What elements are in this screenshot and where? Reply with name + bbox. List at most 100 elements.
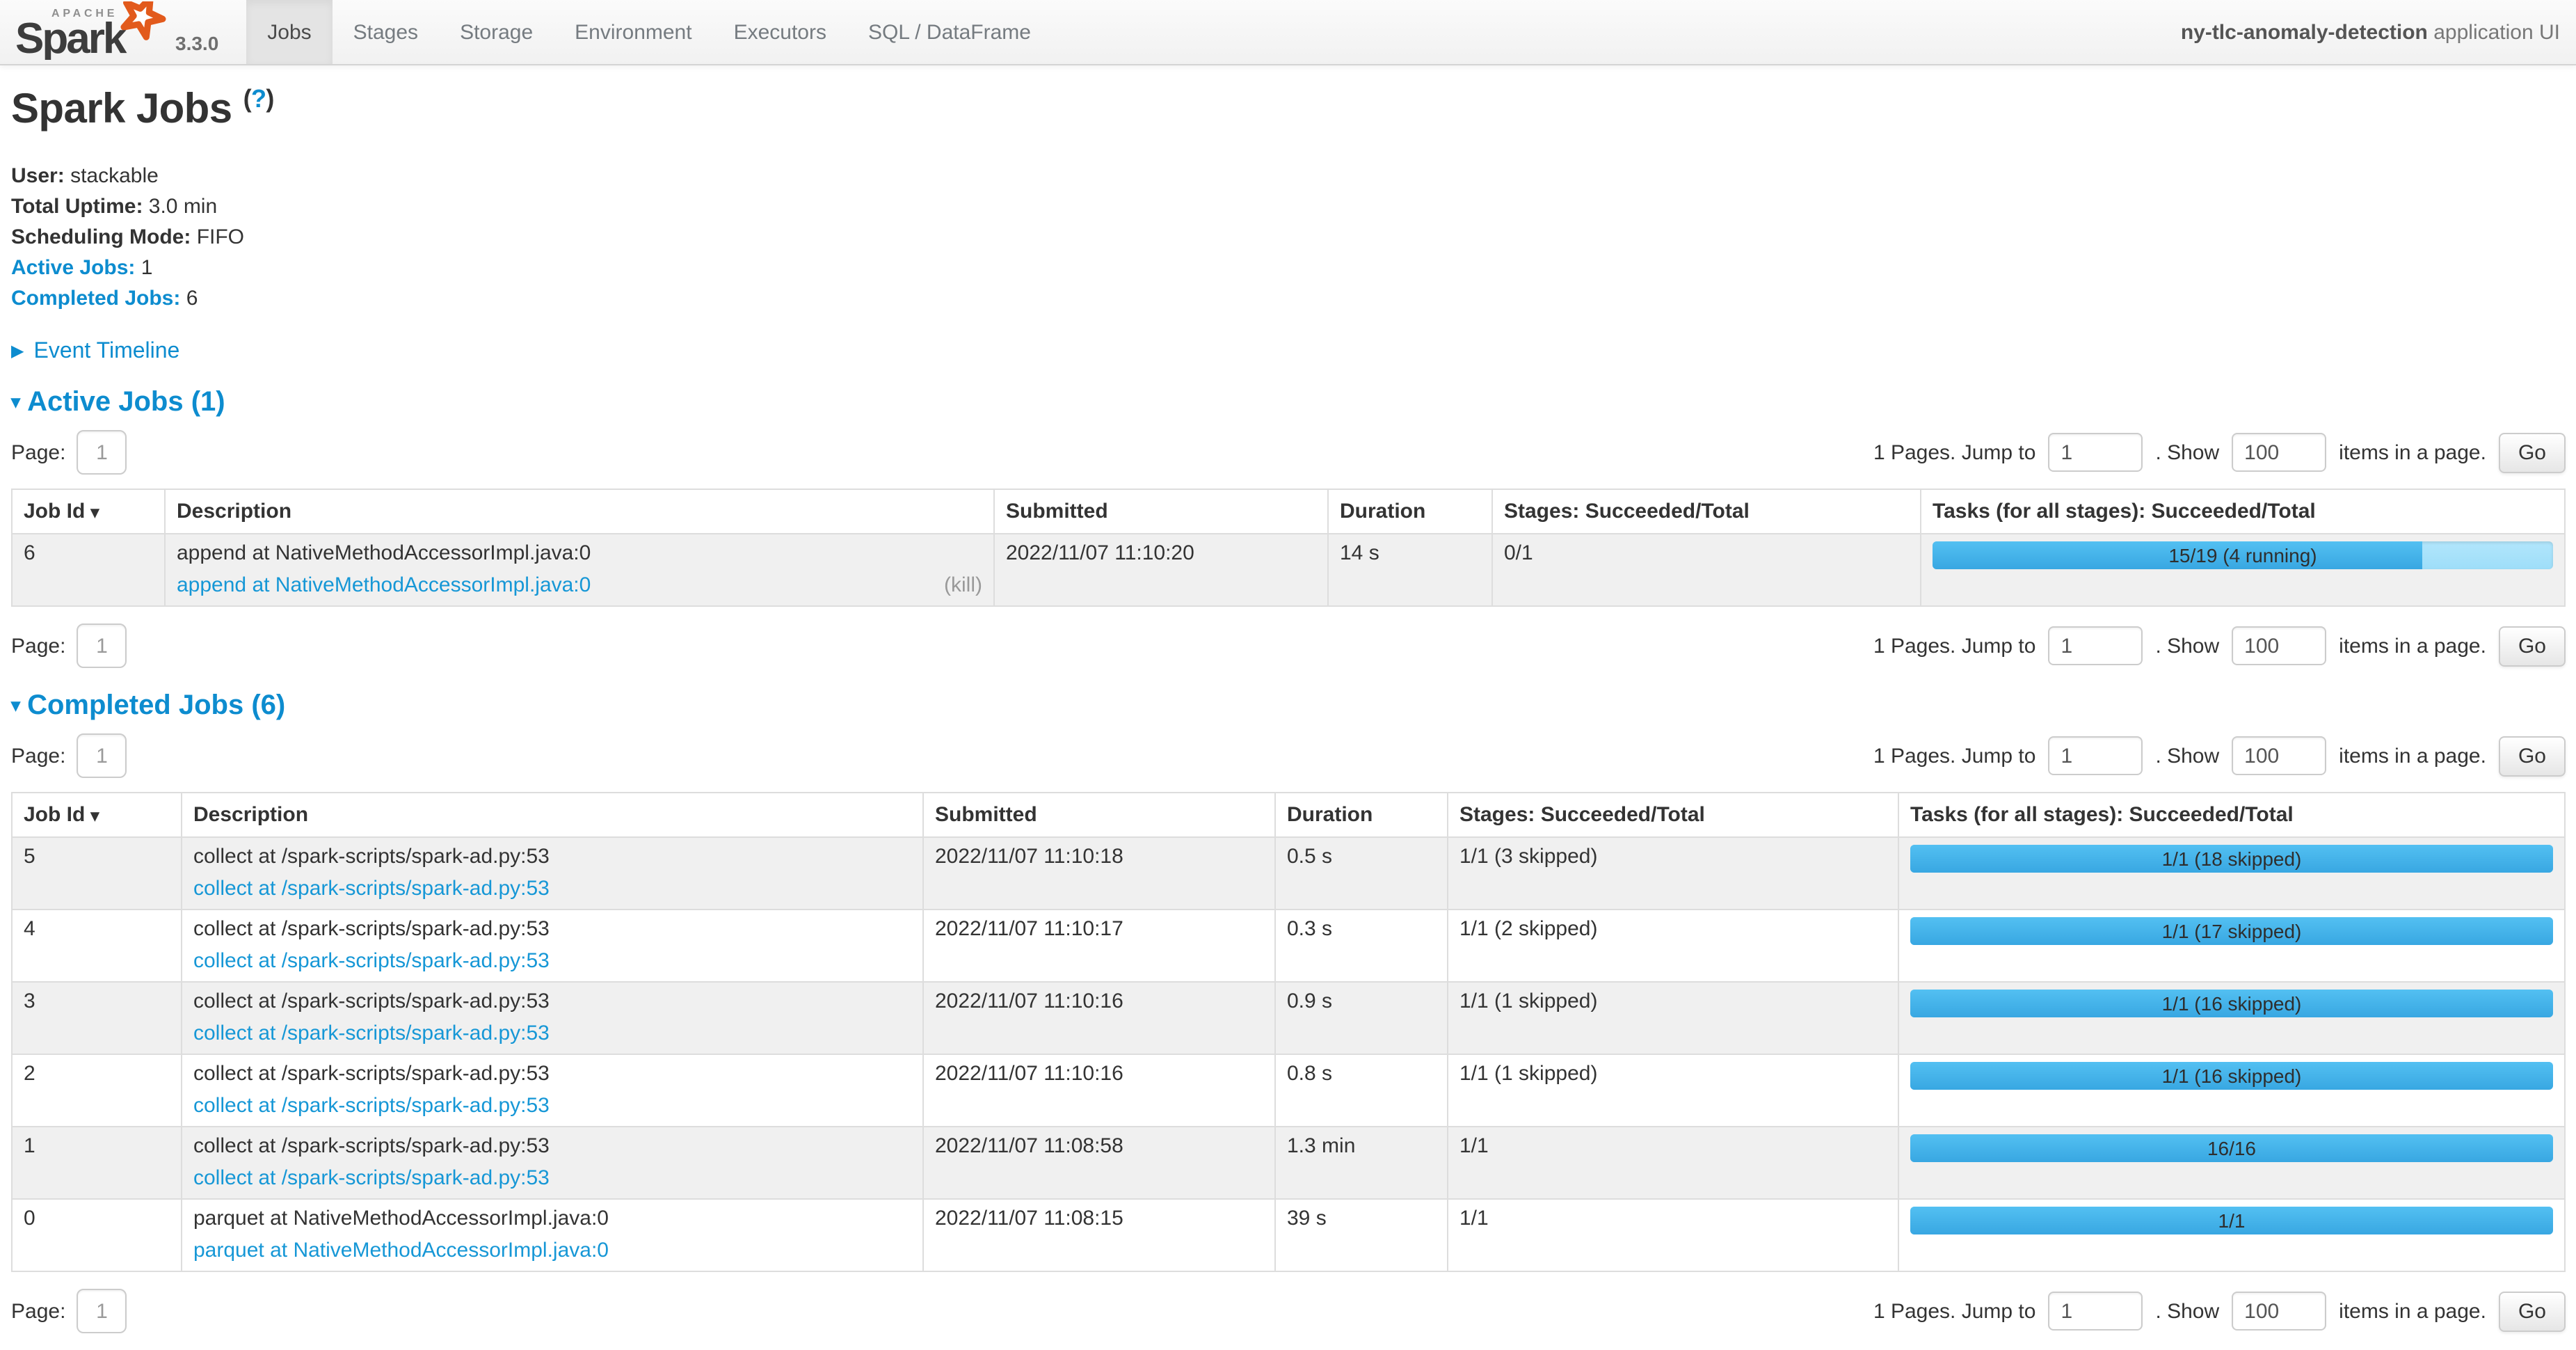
show-label: . Show (2155, 440, 2219, 464)
task-progress-bar: 1/1 (18 skipped) (1910, 845, 2553, 873)
column-header-stages[interactable]: Stages: Succeeded/Total (1448, 793, 1898, 837)
summary-user: User: stackable (11, 164, 2566, 189)
job-description: collect at /spark-scripts/spark-ad.py:53 (193, 1134, 911, 1159)
stages-cell: 1/1 (2 skipped) (1448, 910, 1898, 982)
items-label: items in a page. (2339, 744, 2486, 768)
items-per-page-input[interactable] (2232, 736, 2326, 775)
column-header-tasks[interactable]: Tasks (for all stages): Succeeded/Total (1921, 489, 2565, 534)
job-detail-link[interactable]: collect at /spark-scripts/spark-ad.py:53 (193, 1094, 550, 1119)
task-progress-bar: 1/1 (1910, 1207, 2553, 1234)
column-header-duration[interactable]: Duration (1328, 489, 1492, 534)
column-header-job-id[interactable]: Job Id▾ (12, 489, 165, 534)
job-id-cell: 4 (12, 910, 182, 982)
tab-storage[interactable]: Storage (439, 0, 554, 64)
column-header-job-id[interactable]: Job Id▾ (12, 793, 182, 837)
completed-job-row: 0 parquet at NativeMethodAccessorImpl.ja… (12, 1199, 2565, 1271)
task-progress-label: 16/16 (1910, 1134, 2553, 1162)
description-cell: append at NativeMethodAccessorImpl.java:… (165, 534, 994, 606)
task-progress-label: 1/1 (18 skipped) (1910, 845, 2553, 873)
nav-tabs: Jobs Stages Storage Environment Executor… (246, 0, 1052, 64)
duration-cell: 0.8 s (1275, 1054, 1448, 1127)
task-progress-label: 1/1 (17 skipped) (1910, 917, 2553, 945)
job-detail-link[interactable]: append at NativeMethodAccessorImpl.java:… (177, 573, 591, 598)
page-label: Page: (11, 634, 65, 658)
collapse-down-icon: ▾ (11, 694, 20, 715)
go-button[interactable]: Go (2499, 432, 2566, 472)
column-header-submitted[interactable]: Submitted (923, 793, 1275, 837)
tab-environment[interactable]: Environment (554, 0, 712, 64)
submitted-cell: 2022/11/07 11:10:16 (923, 982, 1275, 1054)
stages-cell: 0/1 (1492, 534, 1921, 606)
jump-to-page-input[interactable] (2048, 433, 2143, 472)
help-link[interactable]: (?) (243, 85, 274, 113)
summary-uptime: Total Uptime: 3.0 min (11, 195, 2566, 220)
go-button[interactable]: Go (2499, 1291, 2566, 1331)
stages-cell: 1/1 (1 skipped) (1448, 982, 1898, 1054)
show-label: . Show (2155, 634, 2219, 658)
submitted-cell: 2022/11/07 11:10:18 (923, 837, 1275, 910)
pages-jump-label: 1 Pages. Jump to (1873, 1299, 2035, 1323)
jump-to-page-input[interactable] (2048, 736, 2143, 775)
tasks-cell: 1/1 (16 skipped) (1898, 982, 2565, 1054)
summary-active-jobs: Active Jobs: 1 (11, 256, 2566, 281)
page-number-input[interactable] (77, 733, 127, 778)
page-number-input[interactable] (77, 430, 127, 475)
column-header-submitted[interactable]: Submitted (994, 489, 1328, 534)
tasks-cell: 16/16 (1898, 1127, 2565, 1199)
column-header-stages[interactable]: Stages: Succeeded/Total (1492, 489, 1921, 534)
event-timeline-toggle[interactable]: ▶Event Timeline (11, 340, 2566, 365)
column-header-description[interactable]: Description (182, 793, 923, 837)
items-per-page-input[interactable] (2232, 1292, 2326, 1331)
duration-cell: 14 s (1328, 534, 1492, 606)
stages-cell: 1/1 (3 skipped) (1448, 837, 1898, 910)
active-jobs-link[interactable]: Active Jobs: (11, 256, 135, 280)
duration-cell: 0.9 s (1275, 982, 1448, 1054)
submitted-cell: 2022/11/07 11:10:17 (923, 910, 1275, 982)
page-number-input[interactable] (77, 1289, 127, 1333)
column-header-duration[interactable]: Duration (1275, 793, 1448, 837)
page-title: Spark Jobs (?) (11, 85, 2566, 134)
tab-stages[interactable]: Stages (333, 0, 439, 64)
show-label: . Show (2155, 744, 2219, 768)
active-job-row: 6 append at NativeMethodAccessorImpl.jav… (12, 534, 2565, 606)
column-header-description[interactable]: Description (165, 489, 994, 534)
description-cell: collect at /spark-scripts/spark-ad.py:53… (182, 982, 923, 1054)
page-number-input[interactable] (77, 624, 127, 668)
items-per-page-input[interactable] (2232, 433, 2326, 472)
expand-right-icon: ▶ (11, 341, 24, 360)
job-detail-link[interactable]: collect at /spark-scripts/spark-ad.py:53 (193, 877, 550, 902)
active-jobs-pagination-bottom: Page: 1 Pages. Jump to . Show items in a… (11, 624, 2566, 668)
items-label: items in a page. (2339, 1299, 2486, 1323)
job-summary: User: stackable Total Uptime: 3.0 min Sc… (11, 164, 2566, 312)
submitted-cell: 2022/11/07 11:10:20 (994, 534, 1328, 606)
completed-jobs-section-header[interactable]: ▾Completed Jobs (6) (11, 690, 2566, 722)
column-header-tasks[interactable]: Tasks (for all stages): Succeeded/Total (1898, 793, 2565, 837)
task-progress-bar: 1/1 (16 skipped) (1910, 1062, 2553, 1090)
completed-jobs-link[interactable]: Completed Jobs: (11, 287, 180, 310)
sort-desc-icon: ▾ (90, 502, 99, 522)
description-cell: collect at /spark-scripts/spark-ad.py:53… (182, 910, 923, 982)
help-question-icon[interactable]: ? (251, 85, 266, 113)
active-jobs-pagination-top: Page: 1 Pages. Jump to . Show items in a… (11, 430, 2566, 475)
jump-to-page-input[interactable] (2048, 626, 2143, 665)
jump-to-page-input[interactable] (2048, 1292, 2143, 1331)
items-per-page-input[interactable] (2232, 626, 2326, 665)
kill-link[interactable]: (kill) (944, 573, 982, 598)
tab-jobs[interactable]: Jobs (246, 0, 332, 64)
task-progress-label: 1/1 (16 skipped) (1910, 990, 2553, 1017)
active-jobs-section-header[interactable]: ▾Active Jobs (1) (11, 387, 2566, 419)
tasks-cell: 1/1 (17 skipped) (1898, 910, 2565, 982)
job-detail-link[interactable]: collect at /spark-scripts/spark-ad.py:53 (193, 949, 550, 974)
go-button[interactable]: Go (2499, 736, 2566, 776)
duration-cell: 0.5 s (1275, 837, 1448, 910)
tab-executors[interactable]: Executors (713, 0, 847, 64)
job-detail-link[interactable]: collect at /spark-scripts/spark-ad.py:53 (193, 1022, 550, 1047)
task-progress-label: 15/19 (4 running) (1933, 541, 2553, 569)
tasks-cell: 1/1 (18 skipped) (1898, 837, 2565, 910)
task-progress-bar: 15/19 (4 running) (1933, 541, 2553, 569)
tab-sql-dataframe[interactable]: SQL / DataFrame (847, 0, 1052, 64)
go-button[interactable]: Go (2499, 626, 2566, 666)
tasks-cell: 15/19 (4 running) (1921, 534, 2565, 606)
job-detail-link[interactable]: collect at /spark-scripts/spark-ad.py:53 (193, 1166, 550, 1191)
job-detail-link[interactable]: parquet at NativeMethodAccessorImpl.java… (193, 1239, 609, 1264)
